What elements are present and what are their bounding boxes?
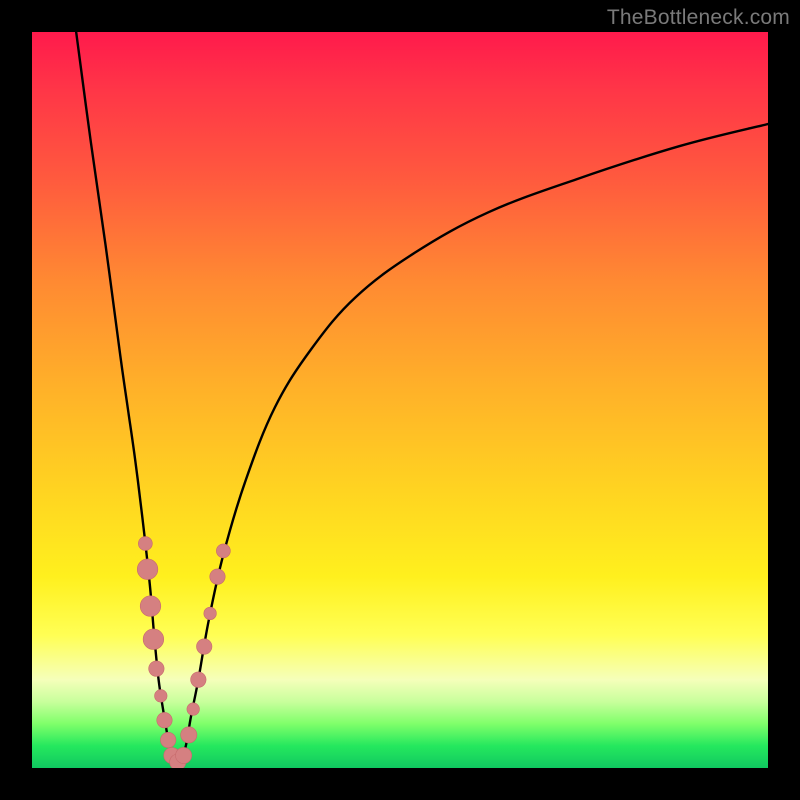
data-marker: [196, 639, 211, 654]
data-marker: [157, 712, 172, 727]
chart-frame: TheBottleneck.com: [0, 0, 800, 800]
data-marker: [191, 672, 206, 687]
plot-area: [32, 32, 768, 768]
data-marker: [160, 732, 175, 747]
data-marker: [187, 703, 200, 716]
data-marker: [210, 569, 225, 584]
data-marker: [155, 690, 168, 703]
data-marker: [137, 559, 158, 580]
data-marker: [176, 747, 192, 763]
data-marker: [140, 596, 161, 617]
curve-path: [76, 32, 768, 764]
data-marker: [181, 727, 197, 743]
chart-svg: [32, 32, 768, 768]
data-marker: [138, 537, 152, 551]
data-marker: [149, 661, 164, 676]
data-marker: [216, 544, 230, 558]
attribution-text: TheBottleneck.com: [607, 6, 790, 30]
data-markers: [137, 537, 230, 768]
data-marker: [143, 629, 164, 650]
data-marker: [204, 607, 217, 620]
bottleneck-curve: [76, 32, 768, 764]
